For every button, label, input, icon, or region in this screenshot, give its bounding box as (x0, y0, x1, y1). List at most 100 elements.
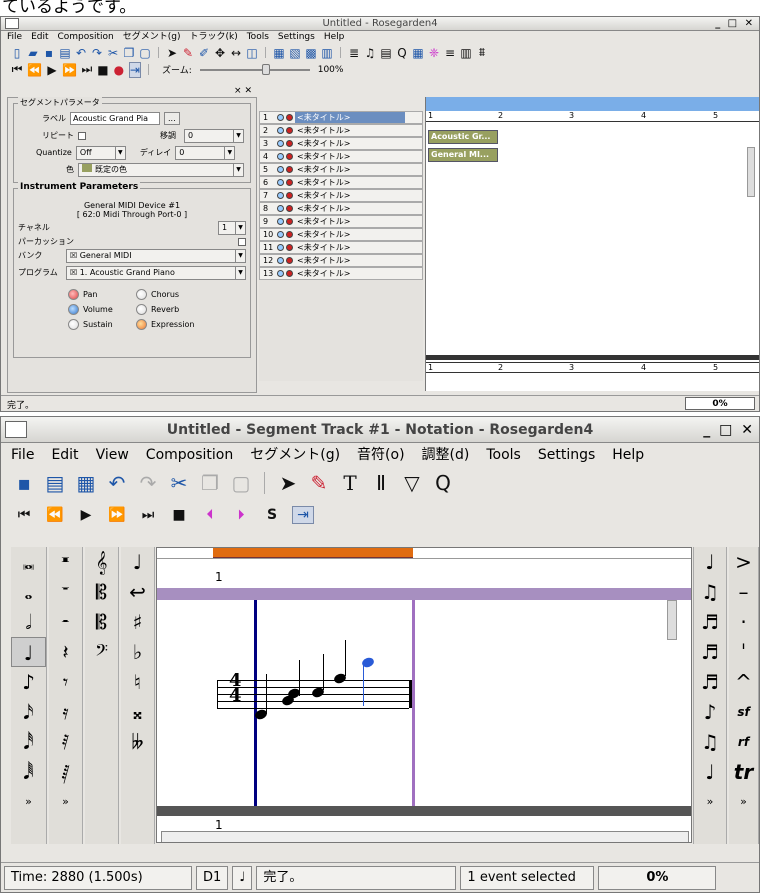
volume-knob[interactable] (68, 304, 79, 315)
tuplet-icon[interactable]: ♬ (694, 637, 726, 667)
alto-clef-icon[interactable]: 𝄡 (85, 577, 118, 607)
quantize-combo[interactable]: Off ▼ (75, 145, 126, 160)
menu-settings[interactable]: Settings (538, 443, 595, 467)
bottom-bar-ruler[interactable]: 1 2 3 4 5 (426, 362, 759, 373)
clef-tool-icon[interactable]: Ⅱ (370, 471, 392, 495)
eighth-rest-icon[interactable]: 𝄾 (49, 667, 82, 697)
cut-icon[interactable]: ✂ (168, 471, 190, 495)
mute-led-icon[interactable] (277, 205, 284, 212)
menu-segment[interactable]: セグメント(g) (123, 31, 181, 44)
menu-tools[interactable]: Tools (247, 31, 269, 44)
record-led-icon[interactable] (286, 192, 293, 199)
percussion-checkbox[interactable] (238, 237, 246, 246)
notation-icon[interactable]: ≣ (348, 46, 360, 60)
menu-note[interactable]: 音符(o) (357, 443, 405, 467)
eraser-tool-icon[interactable]: ✐ (198, 46, 210, 60)
track-name[interactable]: <未タイトル> (295, 151, 405, 162)
editor-icon-2[interactable]: ▧ (289, 46, 301, 60)
editor-icon[interactable]: ▦ (273, 46, 285, 60)
chorus-knob[interactable] (136, 289, 147, 300)
search-icon[interactable]: Q (432, 471, 454, 495)
track-name[interactable]: <未タイトル> (295, 268, 405, 279)
natural-icon[interactable]: ♮ (121, 667, 154, 697)
track-name[interactable]: <未タイトル> (295, 177, 405, 188)
tempo-icon[interactable]: ⩩ (476, 45, 488, 60)
double-flat-icon[interactable]: 𝄫 (121, 727, 154, 757)
grace-note-icon[interactable]: ♪ (694, 697, 726, 727)
track-row[interactable]: 10 <未タイトル> (259, 228, 423, 241)
track-name[interactable]: <未タイトル> (295, 138, 405, 149)
track-row[interactable]: 12 <未タイトル> (259, 254, 423, 267)
sharp-icon[interactable]: ♯ (121, 607, 154, 637)
tenuto-icon[interactable]: – (729, 577, 758, 607)
stop-icon[interactable]: ■ (168, 507, 190, 523)
print-icon[interactable]: ▤ (59, 46, 71, 60)
track-name[interactable]: <未タイトル> (295, 216, 405, 227)
editor-icon-3[interactable]: ▩ (305, 46, 317, 60)
window-buttons[interactable]: _ □ ✕ (703, 417, 755, 443)
rewind-icon[interactable]: ⏪ (27, 63, 42, 77)
window-menu-icon[interactable] (5, 18, 19, 29)
zoom-slider[interactable] (199, 63, 310, 75)
record-led-icon[interactable] (286, 205, 293, 212)
rewind-icon[interactable]: ⏪ (44, 507, 66, 523)
eighth-note-icon[interactable]: ♪ (11, 667, 46, 697)
select-tool-icon[interactable]: ➤ (166, 46, 178, 60)
note-icon[interactable]: ♫ (364, 46, 376, 60)
text-tool-icon[interactable]: T (339, 471, 361, 495)
move-tool-icon[interactable]: ✥ (214, 46, 226, 60)
resize-tool-icon[interactable]: ↔ (230, 46, 242, 60)
record-led-icon[interactable] (286, 231, 293, 238)
new-icon[interactable]: ▯ (11, 46, 23, 60)
solo-icon[interactable]: S (261, 507, 283, 523)
rewind-start-icon[interactable]: ⏮ (13, 507, 35, 523)
bank-combo[interactable]: ☒ General MIDI ▼ (66, 248, 246, 263)
track-name[interactable]: <未タイトル> (295, 164, 405, 175)
sixteenth-rest-icon[interactable]: 𝄿 (49, 697, 82, 727)
bass-clef-icon[interactable]: 𝄢 (85, 637, 118, 667)
thirtysecond-rest-icon[interactable]: 𝅀 (49, 727, 82, 757)
record-led-icon[interactable] (286, 270, 293, 277)
matrix-icon[interactable]: ▤ (380, 46, 392, 60)
menu-edit[interactable]: Edit (31, 31, 48, 44)
track-name[interactable]: <未タイトル> (295, 203, 405, 214)
play-icon[interactable]: ▶ (75, 507, 97, 523)
pencil-tool-icon[interactable]: ✎ (182, 46, 194, 60)
menu-composition[interactable]: Composition (146, 443, 233, 467)
expression-knob[interactable] (136, 319, 147, 330)
print-icon[interactable]: ▤ (44, 471, 66, 495)
breve-icon[interactable]: 𝅜 (11, 547, 46, 577)
mute-led-icon[interactable] (277, 114, 284, 121)
mute-led-icon[interactable] (277, 231, 284, 238)
mute-led-icon[interactable] (277, 127, 284, 134)
play-icon[interactable]: ▶ (46, 63, 58, 77)
palette-scroll-icon[interactable]: » (49, 787, 82, 817)
track-row[interactable]: 9 <未タイトル> (259, 215, 423, 228)
segment-canvas[interactable]: 1 2 3 4 5 Acoustic Gr... General MI... 1… (425, 97, 759, 391)
track-row[interactable]: 13 <未タイトル> (259, 267, 423, 280)
record-led-icon[interactable] (286, 127, 293, 134)
quarter-note-icon[interactable]: ♩ (694, 547, 726, 577)
paste-icon[interactable]: ▢ (139, 46, 151, 60)
delay-combo[interactable]: 0 ▼ (175, 145, 236, 160)
label-edit-button[interactable]: ... (164, 112, 180, 125)
tenor-clef-icon[interactable]: 𝄡 (85, 607, 118, 637)
track-row[interactable]: 8 <未タイトル> (259, 202, 423, 215)
menu-help[interactable]: Help (324, 31, 345, 44)
whole-note-icon[interactable]: 𝅝 (11, 577, 46, 607)
notation-canvas[interactable]: 1 44 1 (156, 547, 692, 843)
treble-clef-icon[interactable]: 𝄞 (85, 547, 118, 577)
record-icon[interactable]: ● (113, 63, 125, 77)
menu-track[interactable]: トラック(k) (189, 31, 237, 44)
menu-help[interactable]: Help (612, 443, 644, 467)
save-icon[interactable]: ▪ (13, 471, 35, 495)
half-rest-icon[interactable]: 𝄼 (49, 607, 82, 637)
record-led-icon[interactable] (286, 140, 293, 147)
fader-icon[interactable]: ≡ (444, 46, 456, 60)
print-preview-icon[interactable]: ▦ (75, 471, 97, 495)
zoom-slider-handle[interactable] (261, 63, 270, 75)
loop-ruler[interactable] (426, 97, 759, 111)
beamed-eighths-icon[interactable]: ♫ (694, 577, 726, 607)
palette-scroll-icon[interactable]: » (694, 787, 726, 817)
stop-icon[interactable]: ■ (97, 63, 109, 77)
